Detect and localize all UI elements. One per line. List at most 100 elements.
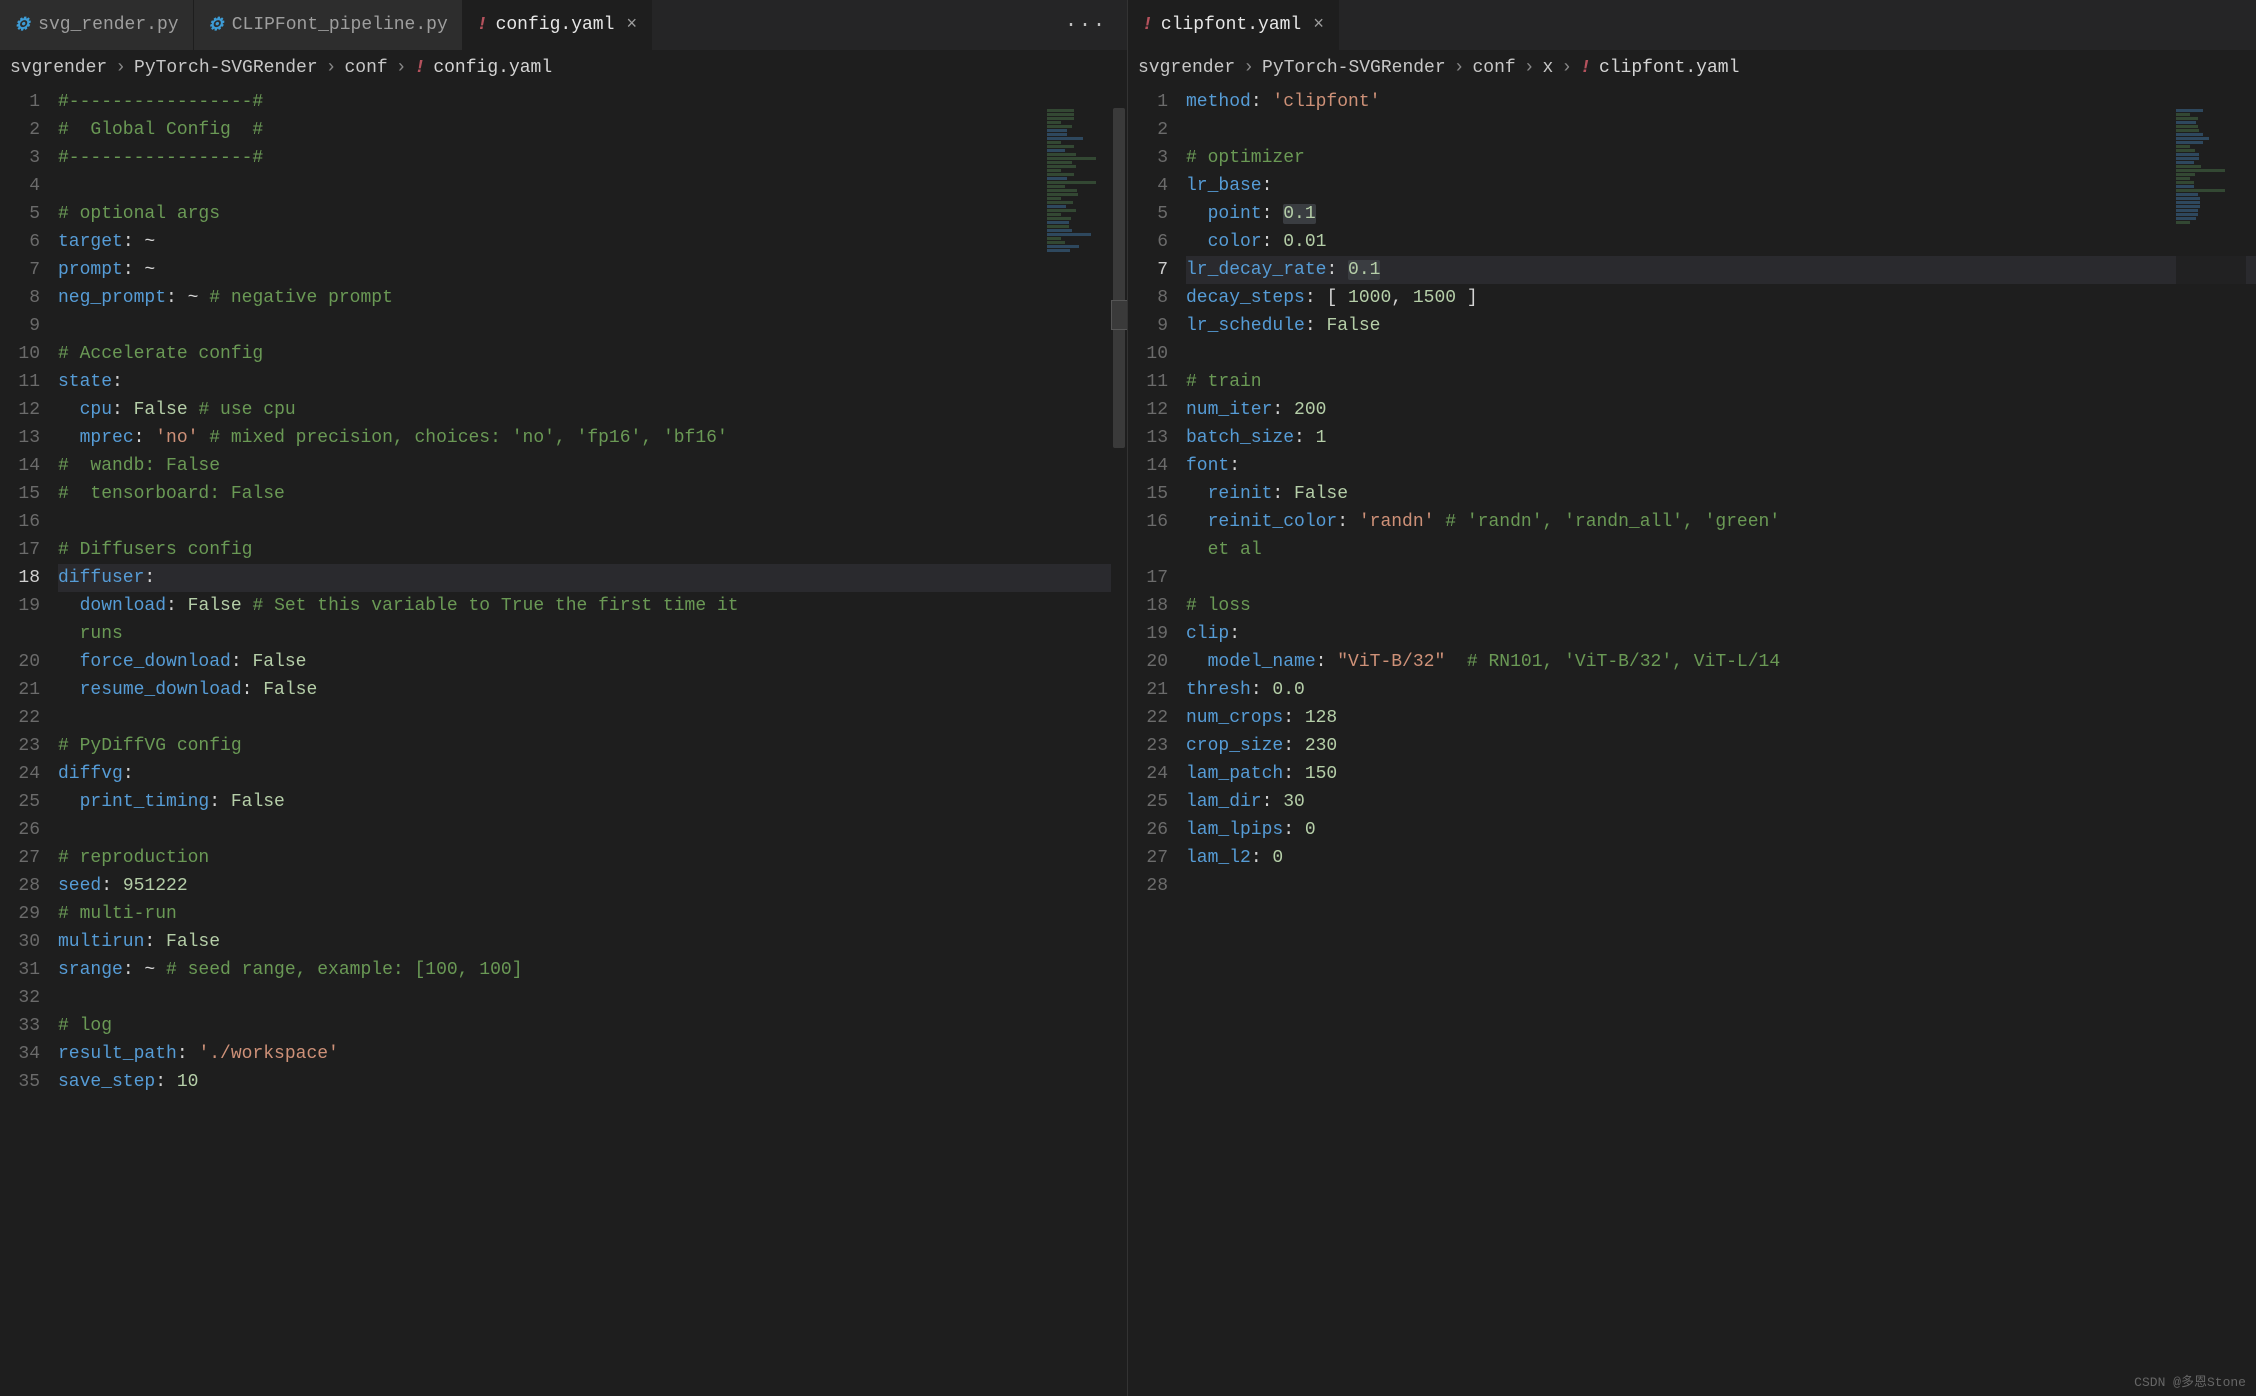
breadcrumb-right[interactable]: svgrender›PyTorch-SVGRender›conf›x›!clip… (1128, 50, 2256, 86)
code-line[interactable]: # log (58, 1012, 1127, 1040)
code-line[interactable]: crop_size: 230 (1186, 732, 2256, 760)
editor-left[interactable]: 1234567891011121314151617181920212223242… (0, 86, 1127, 1396)
close-icon[interactable]: × (622, 15, 637, 35)
watermark: CSDN @多恩Stone (2134, 1371, 2246, 1390)
code-line[interactable]: runs (58, 620, 1127, 648)
code-line[interactable]: et al (1186, 536, 2256, 564)
minimap-left[interactable] (1047, 108, 1117, 348)
breadcrumb-segment[interactable]: conf (1472, 58, 1515, 78)
tab-CLIPFont_pipeline-py[interactable]: ⚙CLIPFont_pipeline.py (194, 0, 463, 50)
code-line[interactable]: method: 'clipfont' (1186, 88, 2256, 116)
code-line[interactable]: download: False # Set this variable to T… (58, 592, 1127, 620)
code-line[interactable]: cpu: False # use cpu (58, 396, 1127, 424)
code-line[interactable]: reinit: False (1186, 480, 2256, 508)
code-line[interactable]: neg_prompt: ~ # negative prompt (58, 284, 1127, 312)
code-line[interactable] (1186, 116, 2256, 144)
code-line[interactable]: save_step: 10 (58, 1068, 1127, 1096)
tab-config-yaml[interactable]: ! config.yaml × (463, 0, 652, 50)
code-line[interactable]: # PyDiffVG config (58, 732, 1127, 760)
code-line[interactable]: reinit_color: 'randn' # 'randn', 'randn_… (1186, 508, 2256, 536)
python-file-icon: ⚙ (208, 14, 224, 36)
code-line[interactable] (1186, 872, 2256, 900)
code-line[interactable]: prompt: ~ (58, 256, 1127, 284)
code-line[interactable] (1186, 564, 2256, 592)
code-line[interactable]: state: (58, 368, 1127, 396)
code-line[interactable]: # tensorboard: False (58, 480, 1127, 508)
code-line[interactable]: num_iter: 200 (1186, 396, 2256, 424)
code-line[interactable]: resume_download: False (58, 676, 1127, 704)
code-line[interactable]: # loss (1186, 592, 2256, 620)
code-line[interactable]: lr_decay_rate: 0.1 (1186, 256, 2256, 284)
code-line[interactable]: model_name: "ViT-B/32" # RN101, 'ViT-B/3… (1186, 648, 2256, 676)
code-line[interactable] (58, 984, 1127, 1012)
tab-svg_render-py[interactable]: ⚙svg_render.py (0, 0, 194, 50)
code-line[interactable] (58, 704, 1127, 732)
code-line[interactable]: decay_steps: [ 1000, 1500 ] (1186, 284, 2256, 312)
code-line[interactable]: lam_patch: 150 (1186, 760, 2256, 788)
code-line[interactable]: # train (1186, 368, 2256, 396)
code-line[interactable]: mprec: 'no' # mixed precision, choices: … (58, 424, 1127, 452)
code-line[interactable]: # reproduction (58, 844, 1127, 872)
code-line[interactable]: # Global Config # (58, 116, 1127, 144)
code-line[interactable]: batch_size: 1 (1186, 424, 2256, 452)
yaml-file-icon: ! (477, 15, 488, 35)
breadcrumb-segment[interactable]: PyTorch-SVGRender (134, 58, 318, 78)
code-line[interactable]: print_timing: False (58, 788, 1127, 816)
code-line[interactable]: # multi-run (58, 900, 1127, 928)
code-line[interactable]: result_path: './workspace' (58, 1040, 1127, 1068)
breadcrumb-segment[interactable]: svgrender (1138, 58, 1235, 78)
code-line[interactable]: point: 0.1 (1186, 200, 2256, 228)
code-line[interactable]: diffuser: (58, 564, 1127, 592)
code-line[interactable]: num_crops: 128 (1186, 704, 2256, 732)
code-line[interactable]: lr_base: (1186, 172, 2256, 200)
yaml-file-icon: ! (1580, 58, 1591, 78)
breadcrumb-segment[interactable]: x (1543, 58, 1554, 78)
editor-right[interactable]: 1234567891011121314151617181920212223242… (1128, 86, 2256, 1396)
code-line[interactable]: lam_lpips: 0 (1186, 816, 2256, 844)
breadcrumb-segment[interactable]: conf (344, 58, 387, 78)
code-line[interactable]: diffvg: (58, 760, 1127, 788)
code-line[interactable] (58, 816, 1127, 844)
code-right[interactable]: method: 'clipfont' # optimizerlr_base: po… (1186, 86, 2256, 1396)
code-line[interactable] (58, 172, 1127, 200)
tab-label: svg_render.py (38, 15, 178, 35)
code-line[interactable]: clip: (1186, 620, 2256, 648)
tab-clipfont-yaml[interactable]: !clipfont.yaml× (1128, 0, 1339, 50)
breadcrumb-segment[interactable]: svgrender (10, 58, 107, 78)
code-line[interactable]: lam_dir: 30 (1186, 788, 2256, 816)
code-line[interactable] (1186, 340, 2256, 368)
yaml-file-icon: ! (1142, 15, 1153, 35)
tab-actions[interactable]: ··· (1045, 14, 1127, 37)
code-line[interactable]: #-----------------# (58, 88, 1127, 116)
code-line[interactable]: # optimizer (1186, 144, 2256, 172)
code-line[interactable]: seed: 951222 (58, 872, 1127, 900)
split-handle[interactable] (1111, 300, 1128, 330)
minimap-right[interactable] (2176, 108, 2246, 288)
tab-label: config.yaml (496, 15, 615, 35)
breadcrumb-leaf[interactable]: config.yaml (433, 58, 552, 78)
code-line[interactable]: # Accelerate config (58, 340, 1127, 368)
close-icon[interactable]: × (1309, 15, 1324, 35)
code-line[interactable]: # Diffusers config (58, 536, 1127, 564)
code-line[interactable]: font: (1186, 452, 2256, 480)
code-line[interactable]: # wandb: False (58, 452, 1127, 480)
breadcrumb-left[interactable]: svgrender›PyTorch-SVGRender›conf›!config… (0, 50, 1127, 86)
code-line[interactable]: force_download: False (58, 648, 1127, 676)
code-line[interactable]: lr_schedule: False (1186, 312, 2256, 340)
code-line[interactable]: multirun: False (58, 928, 1127, 956)
code-line[interactable]: lam_l2: 0 (1186, 844, 2256, 872)
code-line[interactable]: #-----------------# (58, 144, 1127, 172)
breadcrumb-leaf[interactable]: clipfont.yaml (1599, 58, 1739, 78)
code-line[interactable]: thresh: 0.0 (1186, 676, 2256, 704)
breadcrumb-segment[interactable]: PyTorch-SVGRender (1262, 58, 1446, 78)
chevron-right-icon: › (396, 58, 407, 78)
tab-bar-left: ⚙svg_render.py⚙CLIPFont_pipeline.py!conf… (0, 0, 1127, 50)
code-line[interactable] (58, 312, 1127, 340)
code-line[interactable]: color: 0.01 (1186, 228, 2256, 256)
code-line[interactable]: # optional args (58, 200, 1127, 228)
code-line[interactable] (58, 508, 1127, 536)
code-line[interactable]: srange: ~ # seed range, example: [100, 1… (58, 956, 1127, 984)
code-left[interactable]: #-----------------## Global Config ##---… (58, 86, 1127, 1396)
chevron-right-icon: › (1454, 58, 1465, 78)
code-line[interactable]: target: ~ (58, 228, 1127, 256)
